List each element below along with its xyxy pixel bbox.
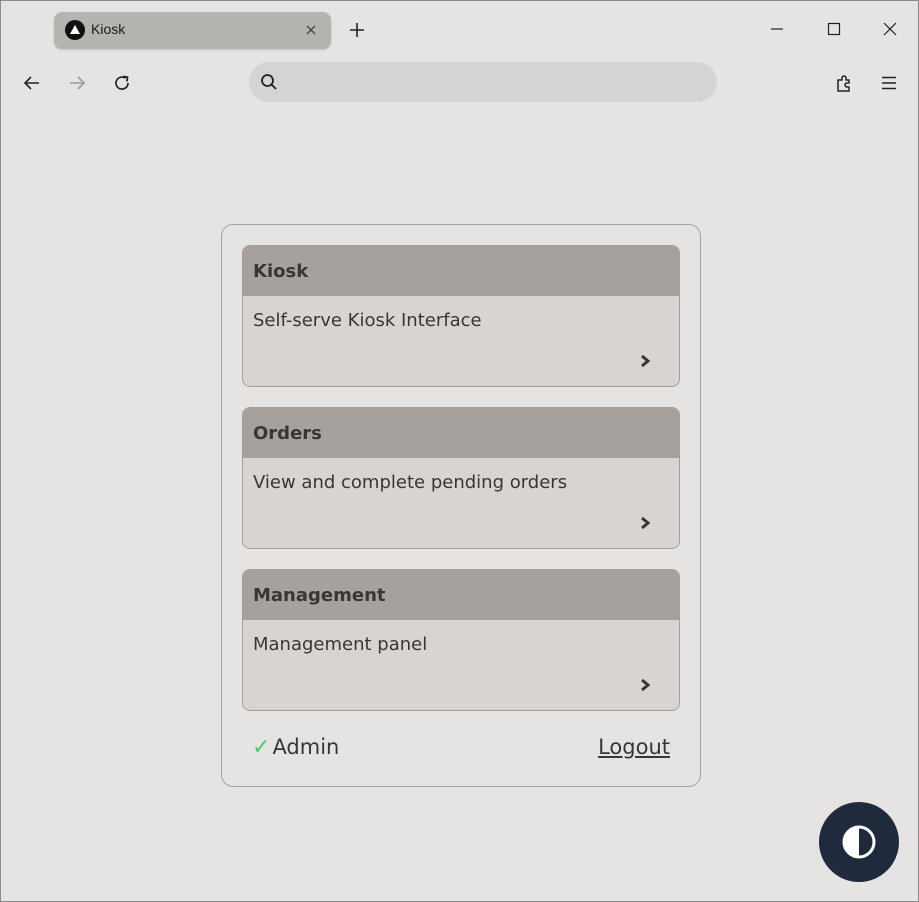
menu-icon[interactable] xyxy=(879,73,899,93)
browser-window: Kiosk Kiosk Self-serve Kiosk Interface O… xyxy=(0,0,919,902)
card-title: Management xyxy=(243,570,679,620)
maximize-icon[interactable] xyxy=(826,21,842,37)
tab-title: Kiosk xyxy=(91,21,126,37)
browser-tab[interactable]: Kiosk xyxy=(54,12,331,49)
contrast-icon xyxy=(842,825,876,859)
check-icon: ✓ xyxy=(252,735,271,760)
theme-toggle-button[interactable] xyxy=(819,802,899,882)
management-card[interactable]: Management Management panel xyxy=(242,569,680,711)
chevron-right-icon xyxy=(641,678,651,692)
user-status: ✓Admin xyxy=(252,735,339,760)
address-input[interactable] xyxy=(289,70,699,94)
card-title: Orders xyxy=(243,408,679,458)
plus-icon[interactable] xyxy=(348,21,366,39)
minimize-icon[interactable] xyxy=(769,21,785,37)
logout-link[interactable]: Logout xyxy=(598,735,670,759)
navigation-panel: Kiosk Self-serve Kiosk Interface Orders … xyxy=(221,224,701,787)
extensions-icon[interactable] xyxy=(835,73,855,93)
reload-icon[interactable] xyxy=(112,73,132,93)
user-label: Admin xyxy=(272,735,340,759)
forward-arrow-icon[interactable] xyxy=(67,73,87,93)
kiosk-card[interactable]: Kiosk Self-serve Kiosk Interface xyxy=(242,245,680,387)
window-close-icon[interactable] xyxy=(882,21,898,37)
app-favicon-icon xyxy=(65,20,85,40)
card-description: Management panel xyxy=(253,634,428,655)
chevron-right-icon xyxy=(641,354,651,368)
chevron-right-icon xyxy=(641,516,651,530)
search-icon xyxy=(261,74,277,90)
card-title: Kiosk xyxy=(243,246,679,296)
address-bar[interactable] xyxy=(249,62,717,102)
close-icon[interactable] xyxy=(304,23,318,37)
orders-card[interactable]: Orders View and complete pending orders xyxy=(242,407,680,549)
card-description: Self-serve Kiosk Interface xyxy=(253,310,482,331)
card-description: View and complete pending orders xyxy=(253,472,568,493)
back-arrow-icon[interactable] xyxy=(22,73,42,93)
